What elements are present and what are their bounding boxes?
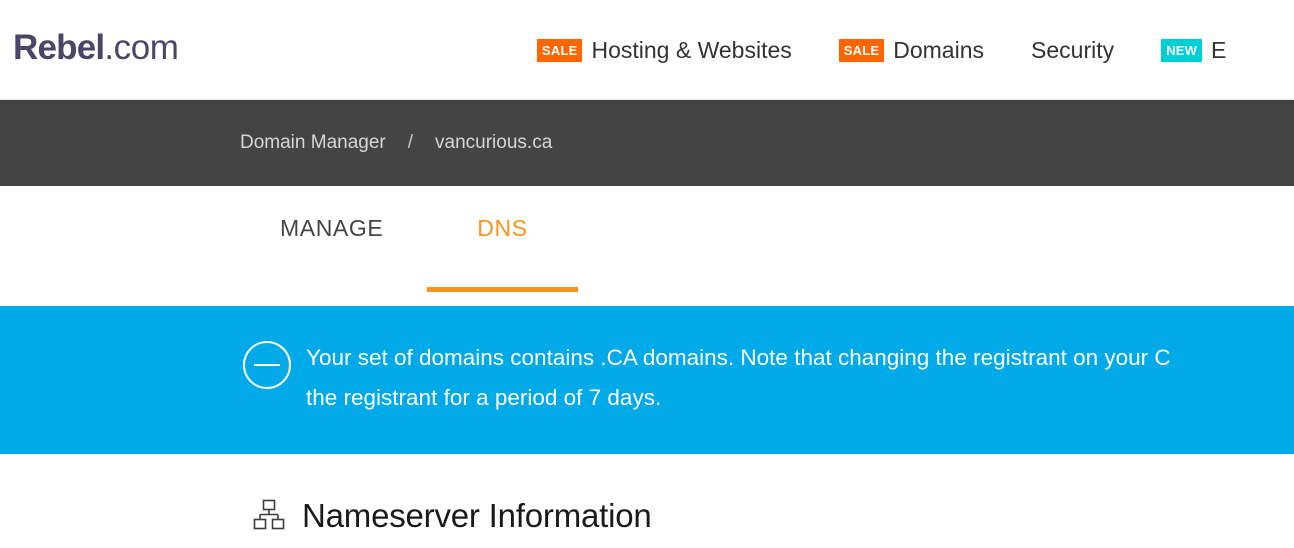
sale-badge: SALE	[838, 38, 885, 62]
breadcrumb-item-current-domain: vancurious.ca	[435, 132, 553, 153]
logo-name: Rebel	[13, 28, 105, 67]
minus-circle-icon	[243, 341, 291, 389]
nav-label-security: Security	[1031, 36, 1115, 63]
tab-manage-label: MANAGE	[280, 215, 384, 241]
breadcrumb-bar: Domain Manager / vancurious.ca	[0, 100, 1294, 186]
sale-badge: SALE	[537, 38, 583, 62]
main-navigation: SALE Hosting & Websites SALE Domains Sec…	[537, 0, 1226, 100]
tab-dns-label: DNS	[477, 215, 528, 241]
nav-item-domains[interactable]: SALE Domains	[838, 0, 1031, 100]
nameserver-information-section: Nameserver Information	[0, 454, 1294, 532]
breadcrumb: Domain Manager / vancurious.ca	[240, 132, 552, 154]
rebel-logo[interactable]: Rebel.com	[13, 26, 179, 70]
nav-label-domains: Domains	[893, 36, 985, 63]
tab-manage[interactable]: MANAGE	[280, 186, 383, 306]
section-heading: Nameserver Information	[252, 498, 1294, 532]
nav-item-email[interactable]: NEW E	[1161, 0, 1226, 100]
breadcrumb-item-domain-manager[interactable]: Domain Manager	[240, 132, 386, 154]
sitemap-icon	[252, 498, 286, 532]
nav-item-security[interactable]: Security	[1031, 0, 1161, 100]
logo-tld: .com	[104, 28, 179, 67]
breadcrumb-separator: /	[407, 132, 414, 153]
notice-line-2: the registrant for a period of 7 days.	[306, 385, 662, 410]
nav-item-hosting-websites[interactable]: SALE Hosting & Websites	[537, 0, 839, 100]
notice-line-1: Your set of domains contains .CA domains…	[306, 345, 1171, 370]
active-tab-indicator	[427, 287, 578, 292]
notice-banner: Your set of domains contains .CA domains…	[0, 306, 1294, 454]
nav-label-email: E	[1211, 36, 1227, 63]
site-header: Rebel.com SALE Hosting & Websites SALE D…	[0, 0, 1294, 100]
notice-message: Your set of domains contains .CA domains…	[306, 338, 1171, 418]
nav-label-hosting-websites: Hosting & Websites	[591, 36, 792, 63]
tab-dns[interactable]: DNS	[427, 186, 578, 306]
section-title: Nameserver Information	[302, 496, 652, 534]
tab-strip: MANAGE DNS	[0, 186, 1294, 306]
new-badge: NEW	[1161, 38, 1203, 62]
